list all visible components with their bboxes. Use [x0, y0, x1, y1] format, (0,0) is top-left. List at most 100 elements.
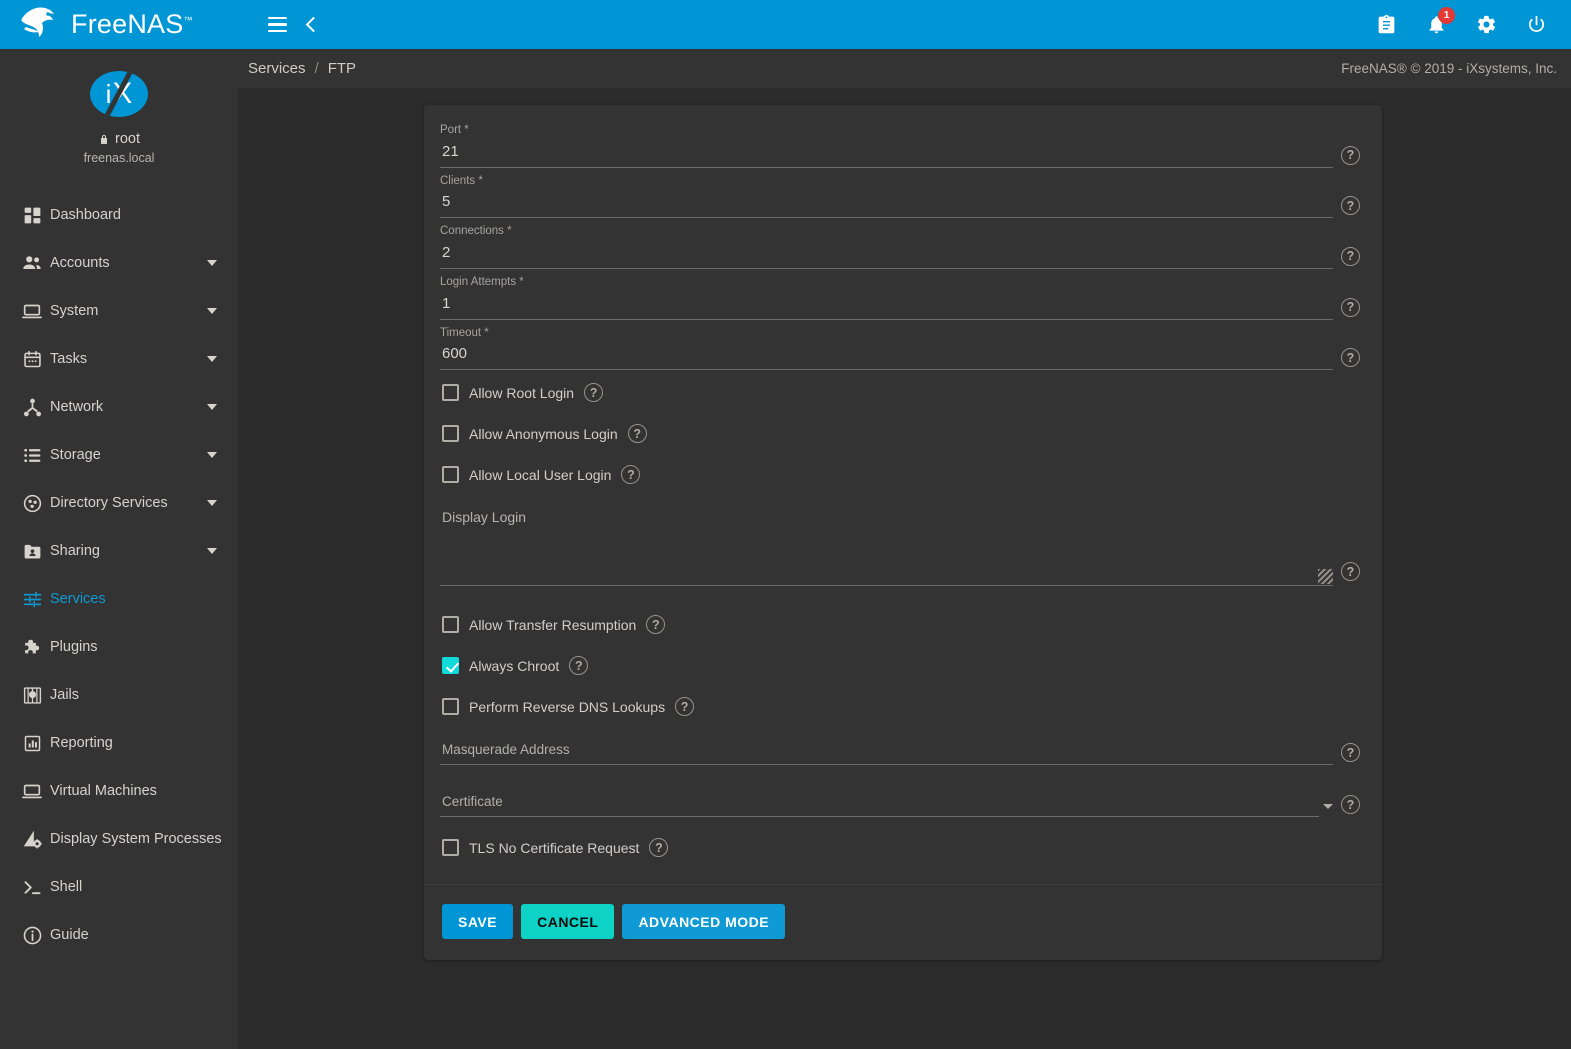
content-scroll-area: Port * 21? Clients * 5? Connections * 2? Login… — [238, 89, 1571, 1049]
sidebar-item-directory-services[interactable]: Directory Services — [0, 479, 238, 527]
help-circle-icon[interactable]: ? — [646, 615, 666, 635]
hamburger-menu-icon[interactable] — [260, 8, 294, 42]
allow-local-user-login-checkbox-row: Allow Local User Login? — [440, 454, 1360, 495]
allow-local-user-login-checkbox[interactable] — [442, 466, 459, 484]
help-circle-icon[interactable]: ? — [1341, 562, 1360, 582]
sidebar-item-sharing[interactable]: Sharing — [0, 527, 238, 575]
help-circle-icon[interactable]: ? — [1341, 246, 1360, 266]
clients-field-row: Clients * 5? — [440, 170, 1360, 221]
ftp-form: Port * 21? Clients * 5? Connections * 2? Login… — [424, 105, 1382, 884]
transfer-checkbox-group: Allow Transfer Resumption? Always Chroot?… — [440, 604, 1360, 727]
port-field[interactable]: 21 — [440, 143, 1333, 168]
chevron-left-icon[interactable] — [294, 8, 328, 42]
clipboard-icon[interactable] — [1369, 8, 1403, 42]
form-action-bar: SAVE CANCEL ADVANCED MODE — [424, 884, 1382, 960]
chevron-down-icon[interactable] — [207, 548, 217, 554]
allow-root-login-checkbox[interactable] — [442, 384, 459, 402]
help-circle-icon[interactable]: ? — [1341, 297, 1360, 317]
breadcrumb-separator: / — [314, 60, 319, 77]
perform-reverse-dns-lookups-checkbox-row: Perform Reverse DNS Lookups? — [440, 686, 1360, 727]
certificate-select[interactable]: Certificate — [440, 794, 1319, 818]
help-circle-icon[interactable]: ? — [584, 383, 604, 403]
jails-icon — [14, 685, 50, 706]
connections-field[interactable]: 2 — [440, 244, 1333, 269]
port-field-row: Port * 21? — [440, 119, 1360, 170]
plugins-puzzle-icon — [14, 637, 50, 658]
chevron-down-icon[interactable] — [207, 404, 217, 410]
brand-area[interactable]: FreeNAS™ — [0, 0, 238, 49]
sidebar-item-tasks[interactable]: Tasks — [0, 335, 238, 383]
timeout-field[interactable]: 600 — [440, 345, 1333, 371]
allow-anonymous-login-checkbox[interactable] — [442, 425, 459, 443]
always-chroot-checkbox[interactable] — [442, 657, 459, 675]
help-circle-icon[interactable]: ? — [1341, 196, 1360, 216]
help-circle-icon[interactable]: ? — [1341, 743, 1360, 763]
help-circle-icon[interactable]: ? — [627, 424, 647, 444]
breadcrumb-parent[interactable]: Services — [248, 60, 306, 77]
top-bar-controls: 1 — [238, 0, 1571, 49]
brand-logo: FreeNAS™ — [20, 5, 193, 44]
perform-reverse-dns-lookups-checkbox[interactable] — [442, 698, 459, 716]
sidebar-item-label: Virtual Machines — [50, 783, 157, 799]
masquerade-address-row: Masquerade Address ? — [440, 737, 1360, 767]
help-circle-icon[interactable]: ? — [649, 838, 669, 858]
sidebar-item-dashboard[interactable]: Dashboard — [0, 191, 238, 239]
sidebar-item-system[interactable]: System — [0, 287, 238, 335]
login-attempts-field[interactable]: 1 — [440, 295, 1333, 320]
top-bar: FreeNAS™ 1 — [0, 0, 1571, 49]
display-login-textarea[interactable] — [440, 531, 1333, 587]
save-button[interactable]: SAVE — [442, 904, 514, 940]
sidebar-item-display-system-processes[interactable]: Display System Processes — [0, 815, 238, 863]
help-circle-icon[interactable]: ? — [621, 465, 641, 485]
sidebar-item-shell[interactable]: Shell — [0, 863, 238, 911]
help-circle-icon[interactable]: ? — [1341, 348, 1360, 368]
clients-field[interactable]: 5 — [440, 193, 1333, 219]
sidebar-item-jails[interactable]: Jails — [0, 671, 238, 719]
clients-field-label: Clients * — [440, 174, 483, 187]
allow-transfer-resumption-checkbox[interactable] — [442, 616, 459, 634]
tls-no-certificate-request-checkbox[interactable] — [442, 839, 459, 857]
power-icon[interactable] — [1519, 8, 1553, 42]
tls-no-certificate-request-row: TLS No Certificate Request ? — [440, 827, 1360, 868]
sidebar-username-row: root — [0, 131, 238, 147]
sidebar-item-plugins[interactable]: Plugins — [0, 623, 238, 671]
sidebar-item-label: Network — [50, 399, 104, 415]
sidebar-item-label: Plugins — [50, 639, 98, 655]
sidebar-item-storage[interactable]: Storage — [0, 431, 238, 479]
textarea-resize-handle[interactable] — [1318, 569, 1333, 585]
allow-anonymous-login-checkbox-row: Allow Anonymous Login? — [440, 413, 1360, 454]
notifications-bell-icon[interactable]: 1 — [1419, 6, 1455, 42]
certificate-row: Certificate ? — [440, 789, 1360, 819]
allow-root-login-checkbox-label: Allow Root Login — [469, 384, 575, 401]
chevron-down-icon[interactable] — [1323, 804, 1333, 810]
help-circle-icon[interactable]: ? — [675, 697, 695, 717]
sidebar-item-guide[interactable]: Guide — [0, 911, 238, 959]
reporting-chart-icon — [14, 733, 50, 754]
help-circle-icon[interactable]: ? — [1341, 145, 1360, 165]
sidebar-item-network[interactable]: Network — [0, 383, 238, 431]
chevron-down-icon[interactable] — [207, 308, 217, 314]
cancel-button[interactable]: CANCEL — [521, 904, 615, 940]
chevron-down-icon[interactable] — [207, 356, 217, 362]
settings-gear-icon[interactable] — [1469, 8, 1503, 42]
sidebar-username: root — [115, 131, 140, 147]
brand-tm: ™ — [183, 15, 193, 25]
masquerade-address-input[interactable]: Masquerade Address — [440, 742, 1333, 766]
sidebar-item-label: Services — [50, 591, 106, 607]
sidebar-hostname: freenas.local — [83, 151, 155, 165]
help-circle-icon[interactable]: ? — [1341, 795, 1360, 815]
sidebar-item-services[interactable]: Services — [0, 575, 238, 623]
help-circle-icon[interactable]: ? — [569, 656, 589, 676]
chevron-down-icon[interactable] — [207, 500, 217, 506]
sidebar-item-label: Sharing — [50, 543, 100, 559]
chevron-down-icon[interactable] — [207, 452, 217, 458]
advanced-mode-button[interactable]: ADVANCED MODE — [622, 904, 786, 940]
services-sliders-icon — [14, 589, 50, 610]
certificate-field-wrap: Certificate — [440, 794, 1319, 819]
guide-info-icon — [14, 925, 50, 946]
sidebar-item-accounts[interactable]: Accounts — [0, 239, 238, 287]
sidebar-item-virtual-machines[interactable]: Virtual Machines — [0, 767, 238, 815]
sidebar-item-reporting[interactable]: Reporting — [0, 719, 238, 767]
chevron-down-icon[interactable] — [207, 260, 217, 266]
lock-icon — [101, 134, 107, 144]
